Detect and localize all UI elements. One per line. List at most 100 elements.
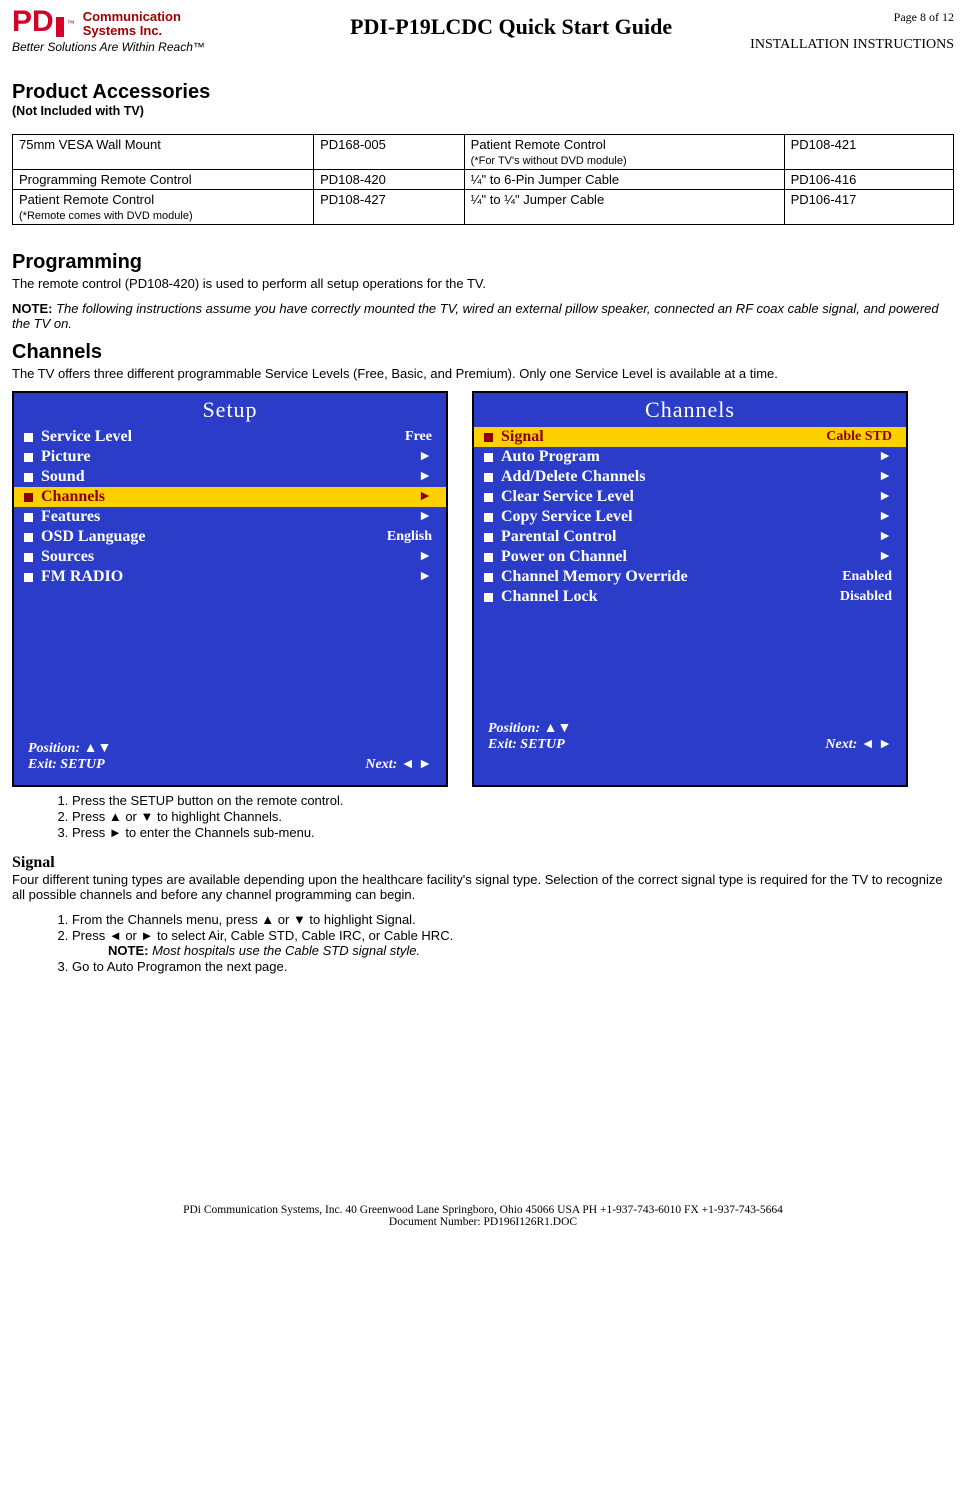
signal-steps: From the Channels menu, press ▲ or ▼ to … [52, 912, 954, 974]
menu-item: OSD Language English [14, 527, 446, 547]
menu-item: Channels► [14, 487, 446, 507]
menu-item-label: Clear Service Level [501, 488, 634, 506]
brand-line1: Communication [83, 9, 181, 24]
page-info: Page 8 of 12 INSTALLATION INSTRUCTIONS [750, 10, 954, 53]
part-number: PD106-416 [791, 172, 857, 187]
menu-item: Sources ► [14, 547, 446, 567]
bullet-icon [484, 573, 493, 582]
bullet-icon [484, 533, 493, 542]
menu-item: Channel Memory Override Enabled [474, 567, 906, 587]
menu-title: Setup [14, 393, 446, 427]
menu-item-label: Channels [41, 488, 105, 506]
menu-item-label: Parental Control [501, 528, 616, 546]
footer-line2: Document Number: PD196I126R1.DOC [12, 1216, 954, 1228]
bullet-icon [24, 553, 33, 562]
channels-text: The TV offers three different programmab… [12, 366, 954, 381]
table-row: 75mm VESA Wall Mount PD168-005 Patient R… [13, 135, 954, 170]
menu-item: Picture► [14, 447, 446, 467]
bullet-icon [484, 593, 493, 602]
bullet-icon [24, 473, 33, 482]
menu-item-label: Channel Lock [501, 588, 597, 606]
page-header: PD™ Communication Systems Inc. Better So… [12, 10, 954, 55]
section-label: INSTALLATION INSTRUCTIONS [750, 37, 954, 53]
menu-item-label: Sound [41, 468, 85, 486]
programming-heading: Programming [12, 251, 954, 274]
accessories-table: 75mm VESA Wall Mount PD168-005 Patient R… [12, 134, 954, 225]
footer-next: Next: ◄ ► [825, 737, 892, 753]
bullet-icon [24, 493, 33, 502]
menu-item-value: ► [418, 569, 432, 585]
footer-exit: Exit: SETUP [28, 757, 111, 773]
accessory-name: Patient Remote Control [19, 192, 154, 207]
note-label: NOTE: [108, 943, 148, 958]
menu-item-label: OSD Language [41, 528, 145, 546]
step-item: Press the SETUP button on the remote con… [72, 793, 954, 808]
menu-item-value: ► [878, 549, 892, 565]
logo-block: PD™ Communication Systems Inc. Better So… [12, 10, 272, 54]
menu-item-label: Copy Service Level [501, 508, 633, 526]
accessory-note: (*For TV's without DVD module) [471, 155, 627, 167]
accessory-name: 75mm VESA Wall Mount [19, 137, 161, 152]
part-number: PD108-421 [791, 137, 857, 152]
part-number: PD168-005 [320, 137, 386, 152]
table-row: Patient Remote Control (*Remote comes wi… [13, 190, 954, 225]
table-row: Programming Remote Control PD108-420 ¼" … [13, 170, 954, 190]
document-title: PDI-P19LCDC Quick Start Guide [272, 10, 750, 40]
setup-menu: Setup Service Level Free Picture►Sound ► Cha… [12, 391, 448, 787]
channels-heading: Channels [12, 341, 954, 364]
menu-item: Copy Service Level► [474, 507, 906, 527]
accessory-name: Patient Remote Control [471, 137, 606, 152]
programming-note: NOTE: The following instructions assume … [12, 301, 954, 331]
accessory-note: (*Remote comes with DVD module) [19, 210, 193, 222]
accessories-subheading: (Not Included with TV) [12, 104, 954, 118]
menu-item-value: Free [405, 429, 432, 445]
menu-item-label: FM RADIO [41, 568, 123, 586]
pdi-logo: PD™ [12, 10, 75, 34]
menu-footer: Position: ▲▼ Exit: SETUP Next: ◄ ► [14, 737, 446, 781]
menu-item-value: Enabled [842, 569, 892, 585]
footer-exit: Exit: SETUP [488, 737, 571, 753]
menu-item: Features► [14, 507, 446, 527]
step-item: Press ◄ or ► to select Air, Cable STD, C… [72, 928, 954, 958]
menu-item: Channel Lock Disabled [474, 587, 906, 607]
menu-item-label: Power on Channel [501, 548, 627, 566]
menu-item: Service Level Free [14, 427, 446, 447]
bullet-icon [484, 513, 493, 522]
menu-item-value: ► [878, 449, 892, 465]
menu-item-value: ► [418, 509, 432, 525]
menu-item-label: Sources [41, 548, 94, 566]
menu-item: Power on Channel ► [474, 547, 906, 567]
note-text: Most hospitals use the Cable STD signal … [152, 943, 420, 958]
accessory-name: ¼" to ¼" Jumper Cable [471, 192, 605, 207]
part-number: PD106-417 [791, 192, 857, 207]
menu-screenshots: Setup Service Level Free Picture►Sound ► Cha… [12, 391, 954, 787]
menu-item-value: ► [418, 469, 432, 485]
menu-footer: Position: ▲▼ Exit: SETUP Next: ◄ ► [474, 717, 906, 761]
menu-title: Channels [474, 393, 906, 427]
menu-item: FM RADIO ► [14, 567, 446, 587]
menu-item: SignalCable STD [474, 427, 906, 447]
menu-item-value: ► [878, 529, 892, 545]
bullet-icon [24, 513, 33, 522]
menu-item-label: Channel Memory Override [501, 568, 688, 586]
footer-next: Next: ◄ ► [365, 757, 432, 773]
menu-item-label: Service Level [41, 428, 132, 446]
note-label: NOTE: [12, 301, 52, 316]
menu-item-value: ► [418, 549, 432, 565]
menu-item-value: English [387, 529, 432, 545]
bullet-icon [484, 433, 493, 442]
menu-item: Parental Control ► [474, 527, 906, 547]
bullet-icon [24, 453, 33, 462]
page-footer: PDi Communication Systems, Inc. 40 Green… [12, 1204, 954, 1228]
bullet-icon [484, 493, 493, 502]
step-item: Press ▲ or ▼ to highlight Channels. [72, 809, 954, 824]
menu-item-label: Auto Program [501, 448, 600, 466]
menu-item-value: Disabled [840, 589, 892, 605]
step-item: Press ► to enter the Channels sub-menu. [72, 825, 954, 840]
note-text: The following instructions assume you ha… [12, 301, 939, 331]
step-item: Go to Auto Programon the next page. [72, 959, 954, 974]
part-number: PD108-420 [320, 172, 386, 187]
bullet-icon [484, 473, 493, 482]
menu-item-label: Signal [501, 428, 544, 446]
bullet-icon [24, 533, 33, 542]
